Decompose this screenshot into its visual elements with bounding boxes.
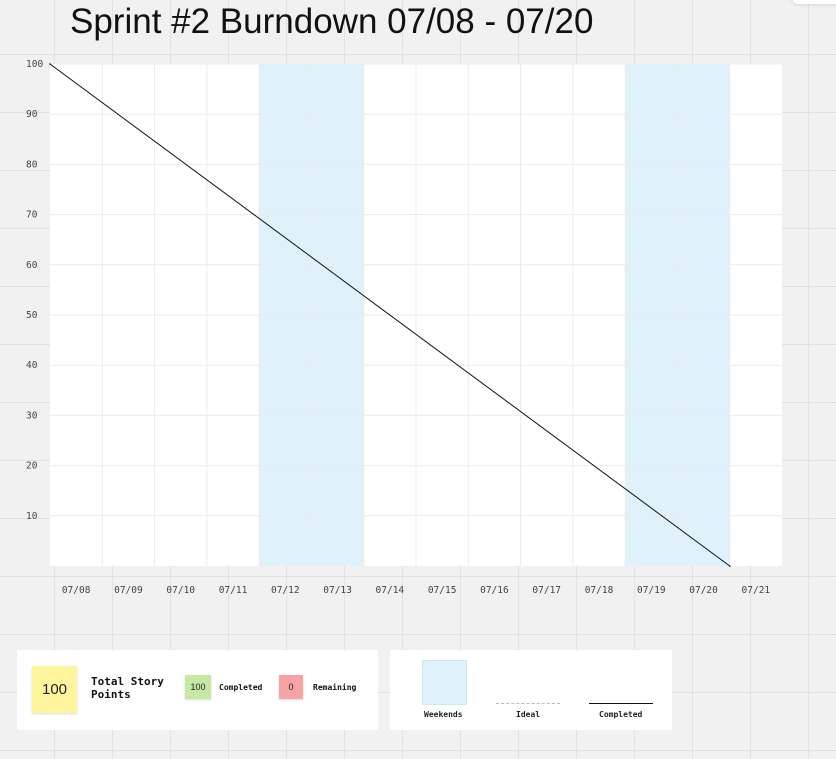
x-tick-label: 07/10 <box>166 585 195 596</box>
weekend-swatch <box>422 660 467 705</box>
y-tick-label: 10 <box>26 511 38 522</box>
legend-completed-label: Completed <box>599 710 643 719</box>
x-tick-label: 07/16 <box>480 585 509 596</box>
y-tick-label: 20 <box>26 461 38 472</box>
x-tick-label: 07/17 <box>532 585 561 596</box>
story-points-summary: 100 Total Story Points 100 Completed 0 R… <box>17 650 378 730</box>
x-tick-label: 07/19 <box>637 585 666 596</box>
x-tick-label: 07/20 <box>689 585 718 596</box>
x-tick-label: 07/08 <box>62 585 91 596</box>
completed-points-sticky[interactable]: 100 <box>185 675 211 699</box>
x-tick-label: 07/13 <box>323 585 352 596</box>
y-tick-label: 40 <box>26 360 38 371</box>
y-tick-label: 70 <box>26 210 38 221</box>
total-points-sticky[interactable]: 100 <box>32 666 77 713</box>
y-tick-label: 80 <box>26 159 38 170</box>
chart-legend: Weekends Ideal Completed <box>390 650 672 730</box>
data-point <box>49 63 51 65</box>
y-tick-label: 90 <box>26 109 38 120</box>
ideal-line-swatch <box>496 703 560 704</box>
y-tick-label: 30 <box>26 410 38 421</box>
x-tick-label: 07/12 <box>271 585 300 596</box>
x-tick-label: 07/18 <box>585 585 614 596</box>
x-tick-label: 07/15 <box>428 585 457 596</box>
completed-line-swatch <box>589 703 653 704</box>
legend-ideal-label: Ideal <box>516 710 541 719</box>
legend-weekends-label: Weekends <box>424 710 463 719</box>
remaining-label: Remaining <box>313 683 357 692</box>
data-point <box>728 565 731 567</box>
x-tick-label: 07/11 <box>219 585 248 596</box>
completed-label: Completed <box>219 683 263 692</box>
y-tick-label: 100 <box>26 59 43 70</box>
x-tick-label: 07/14 <box>376 585 405 596</box>
remaining-points-sticky[interactable]: 0 <box>279 675 303 699</box>
x-tick-label: 07/21 <box>742 585 771 596</box>
y-tick-label: 50 <box>26 310 38 321</box>
y-tick-label: 60 <box>26 260 38 271</box>
total-points-label: Total Story Points <box>91 675 164 701</box>
burndown-chart: 100 90 80 70 60 50 40 30 20 10 07/08 07/09 07/10 07/1… <box>26 59 782 596</box>
x-tick-label: 07/09 <box>114 585 143 596</box>
